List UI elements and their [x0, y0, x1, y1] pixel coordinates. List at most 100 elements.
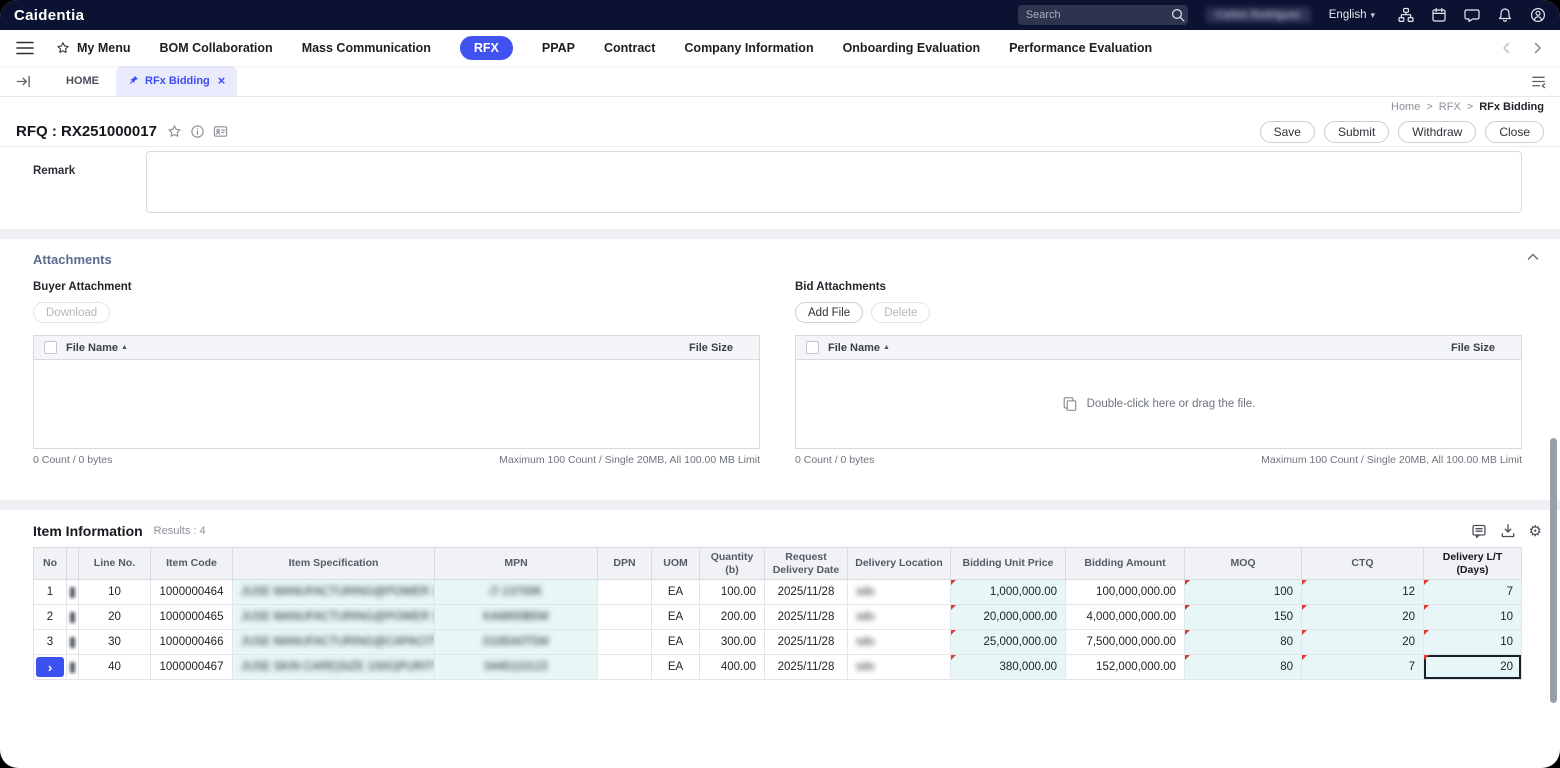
cell-request_delivery_date[interactable]: 2025/11/28: [764, 579, 848, 606]
search-input[interactable]: [1025, 9, 1168, 21]
cell-item_code[interactable]: 1000000466: [150, 629, 233, 656]
cell-delivery_location[interactable]: sdo: [847, 579, 951, 606]
sort-asc-icon[interactable]: ▲: [121, 344, 128, 351]
menu-hamburger-icon[interactable]: [16, 41, 34, 55]
cell-uom[interactable]: EA: [651, 654, 700, 681]
org-chart-icon[interactable]: [1397, 7, 1414, 24]
cell-line_no[interactable]: 30: [78, 629, 151, 656]
col-header-line-no-[interactable]: Line No.: [78, 546, 151, 581]
favorite-star-icon[interactable]: [167, 124, 182, 139]
remark-textarea[interactable]: [146, 151, 1522, 213]
cell-request_delivery_date[interactable]: 2025/11/28: [764, 604, 848, 631]
cell-bidding_unit_price[interactable]: 25,000,000.00: [950, 629, 1066, 656]
cell-flag[interactable]: [66, 654, 79, 681]
col-header-delivery-location[interactable]: Delivery Location: [847, 546, 951, 581]
cell-dpn[interactable]: [597, 604, 652, 631]
language-selector[interactable]: English ▾: [1329, 9, 1375, 21]
table-row[interactable]: › 40 1000000467 JUSE SKIN CARE|SIZE 100G|PU…: [33, 654, 1522, 681]
collapse-section-icon[interactable]: [1526, 250, 1540, 269]
nav-item-bom-collaboration[interactable]: BOM Collaboration: [159, 41, 272, 55]
col-header-uom[interactable]: UOM: [651, 546, 700, 581]
nav-item-rfx[interactable]: RFX: [459, 36, 513, 60]
cell-flag[interactable]: [66, 604, 79, 631]
cell-delivery_location[interactable]: sdo: [847, 604, 951, 631]
user-icon[interactable]: [1529, 7, 1546, 24]
close-icon[interactable]: ×: [218, 74, 226, 87]
file-size-header[interactable]: File Size: [1451, 342, 1511, 354]
cell-no[interactable]: 3: [33, 629, 67, 656]
gear-icon[interactable]: ⚙: [1529, 523, 1542, 539]
cell-delivery_lt[interactable]: 10: [1423, 629, 1522, 656]
breadcrumb-home[interactable]: Home: [1391, 101, 1420, 113]
cell-request_delivery_date[interactable]: 2025/11/28: [764, 629, 848, 656]
nav-item-ppap[interactable]: PPAP: [542, 41, 575, 55]
col-header-request-delivery-date[interactable]: Request Delivery Date: [764, 546, 848, 581]
expand-panel-icon[interactable]: [16, 74, 31, 89]
cell-ctq[interactable]: 12: [1301, 579, 1424, 606]
cell-mpn[interactable]: D185A0T5W: [434, 629, 598, 656]
cell-delivery_lt[interactable]: 7: [1423, 579, 1522, 606]
nav-item-contract[interactable]: Contract: [604, 41, 655, 55]
col-header-dpn[interactable]: DPN: [597, 546, 652, 581]
cell-moq[interactable]: 150: [1184, 604, 1302, 631]
file-name-header[interactable]: File Name: [66, 342, 118, 354]
cell-request_delivery_date[interactable]: 2025/11/28: [764, 654, 848, 681]
cell-item_code[interactable]: 1000000464: [150, 579, 233, 606]
cell-ctq[interactable]: 7: [1301, 654, 1424, 681]
add-file-button[interactable]: Add File: [795, 302, 864, 323]
save-button[interactable]: Save: [1259, 120, 1315, 143]
cell-bidding_amount[interactable]: 152,000,000.00: [1065, 654, 1185, 681]
cell-delivery_lt[interactable]: 20: [1423, 654, 1522, 681]
col-header-flag[interactable]: [66, 546, 79, 581]
sort-asc-icon[interactable]: ▲: [883, 344, 890, 351]
bid-grid-body[interactable]: Double-click here or drag the file.: [796, 360, 1521, 448]
cell-flag[interactable]: [66, 629, 79, 656]
cell-delivery_lt[interactable]: 10: [1423, 604, 1522, 631]
cell-ctq[interactable]: 20: [1301, 604, 1424, 631]
file-size-header[interactable]: File Size: [689, 342, 749, 354]
file-dropzone[interactable]: Double-click here or drag the file.: [1062, 396, 1255, 412]
cell-dpn[interactable]: [597, 654, 652, 681]
cell-line_no[interactable]: 20: [78, 604, 151, 631]
col-header-bidding-amount[interactable]: Bidding Amount: [1065, 546, 1185, 581]
table-row[interactable]: 2201000000465JUSE MANUFACTURING@POWER 10…: [33, 604, 1522, 631]
cell-mpn[interactable]: KA6800B5W: [434, 604, 598, 631]
cell-item_spec[interactable]: JUSE MANUFACTURING@POWER 1500W: [232, 579, 435, 606]
col-header-quantity-b-[interactable]: Quantity (b): [699, 546, 765, 581]
cell-moq[interactable]: 80: [1184, 629, 1302, 656]
cell-bidding_amount[interactable]: 7,500,000,000.00: [1065, 629, 1185, 656]
cell-no[interactable]: 1: [33, 579, 67, 606]
cell-item_code[interactable]: 1000000465: [150, 604, 233, 631]
chevron-left-icon[interactable]: [1500, 41, 1514, 55]
col-header-moq[interactable]: MOQ: [1184, 546, 1302, 581]
user-name[interactable]: Carlos Rodriguez: [1205, 7, 1311, 23]
cell-item_spec[interactable]: JUSE MANUFACTURING@POWER 1000W: [232, 604, 435, 631]
cell-delivery_location[interactable]: sdo: [847, 629, 951, 656]
download-button[interactable]: Download: [33, 302, 111, 323]
delete-button[interactable]: Delete: [871, 302, 931, 323]
nav-item-my-menu[interactable]: My Menu: [56, 41, 130, 55]
message-icon[interactable]: [1463, 7, 1480, 24]
tab-home[interactable]: HOME: [49, 65, 116, 96]
cell-item_spec[interactable]: JUSE MANUFACTURING@CAPACITY 5KG: [232, 629, 435, 656]
cell-quantity[interactable]: 200.00: [699, 604, 765, 631]
cell-mpn[interactable]: i7-13700K: [434, 579, 598, 606]
nav-item-mass-communication[interactable]: Mass Communication: [302, 41, 431, 55]
table-row[interactable]: 3 30 1000000466 JUSE MANUFACTURING@CAPACITY…: [33, 629, 1522, 656]
vertical-scrollbar[interactable]: [1550, 438, 1557, 703]
cell-item_spec[interactable]: JUSE SKIN CARE|SIZE 100G|PURITY 9: [232, 654, 435, 681]
nav-item-onboarding-evaluation[interactable]: Onboarding Evaluation: [843, 41, 981, 55]
cell-uom[interactable]: EA: [651, 579, 700, 606]
cell-line_no[interactable]: 10: [78, 579, 151, 606]
cell-ctq[interactable]: 20: [1301, 629, 1424, 656]
calendar-icon[interactable]: [1430, 7, 1447, 24]
cell-quantity[interactable]: 300.00: [699, 629, 765, 656]
cell-no[interactable]: ›: [33, 654, 67, 681]
cell-bidding_unit_price[interactable]: 20,000,000.00: [950, 604, 1066, 631]
contact-card-icon[interactable]: [213, 124, 228, 139]
cell-no[interactable]: 2: [33, 604, 67, 631]
cell-uom[interactable]: EA: [651, 629, 700, 656]
file-name-header[interactable]: File Name: [828, 342, 880, 354]
cell-flag[interactable]: [66, 579, 79, 606]
cell-bidding_unit_price[interactable]: 380,000.00: [950, 654, 1066, 681]
